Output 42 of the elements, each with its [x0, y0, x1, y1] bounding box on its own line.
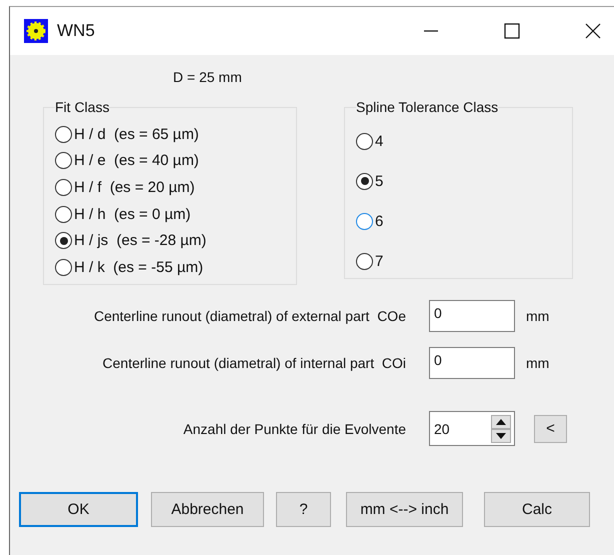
radio-label: 4 — [375, 132, 384, 150]
unit-label: mm — [526, 308, 550, 324]
radio-label: H / k (es = -55 µm) — [74, 258, 204, 276]
radio-button[interactable] — [55, 178, 72, 196]
radio-button[interactable] — [356, 212, 373, 230]
group-title: Spline Tolerance Class — [356, 99, 498, 115]
radio-label: 7 — [375, 252, 384, 270]
dialog-button[interactable]: ? — [276, 492, 331, 527]
window-title: WN5 — [57, 21, 95, 41]
radio-button[interactable] — [356, 172, 373, 190]
radio-button[interactable] — [55, 258, 72, 276]
field-label: Anzahl der Punkte für die Evolvente — [182, 420, 406, 436]
spinner-field[interactable]: 20 — [429, 411, 515, 446]
radio-button[interactable] — [55, 152, 72, 170]
radio-button[interactable] — [55, 126, 72, 143]
dialog-button[interactable]: Abbrechen — [151, 492, 264, 527]
spin-arrows-icon[interactable] — [491, 414, 511, 442]
radio-button[interactable] — [55, 232, 72, 250]
less-than-button[interactable]: < — [534, 414, 567, 442]
radio-label: H / f (es = 20 µm) — [74, 178, 195, 196]
maximize-icon[interactable] — [504, 23, 520, 39]
radio-label: H / d (es = 65 µm) — [74, 126, 199, 143]
radio-label: H / h (es = 0 µm) — [74, 206, 191, 223]
input-field[interactable]: 0 — [429, 347, 515, 379]
radio-button[interactable] — [356, 132, 373, 150]
input-field[interactable]: 0 — [429, 300, 515, 332]
radio-button[interactable] — [55, 206, 72, 223]
dialog-button[interactable]: Calc — [484, 492, 590, 527]
unit-label: mm — [526, 355, 550, 371]
field-label: Centerline runout (diametral) of external part COe — [92, 308, 406, 324]
radio-label: H / js (es = -28 µm) — [74, 232, 206, 250]
radio-label: H / e (es = 40 µm) — [74, 152, 199, 170]
app-icon — [24, 19, 48, 43]
dialog-button[interactable]: mm <--> inch — [346, 492, 463, 527]
radio-button[interactable] — [356, 252, 373, 270]
radio-label: 6 — [375, 212, 384, 230]
radio-label: 5 — [375, 172, 384, 190]
diameter-label: D = 25 mm — [173, 69, 242, 87]
close-icon[interactable] — [585, 23, 601, 39]
field-label: Centerline runout (diametral) of internal part COi — [102, 355, 406, 371]
group-title: Fit Class — [55, 99, 110, 115]
dialog-button[interactable]: OK — [19, 492, 138, 527]
